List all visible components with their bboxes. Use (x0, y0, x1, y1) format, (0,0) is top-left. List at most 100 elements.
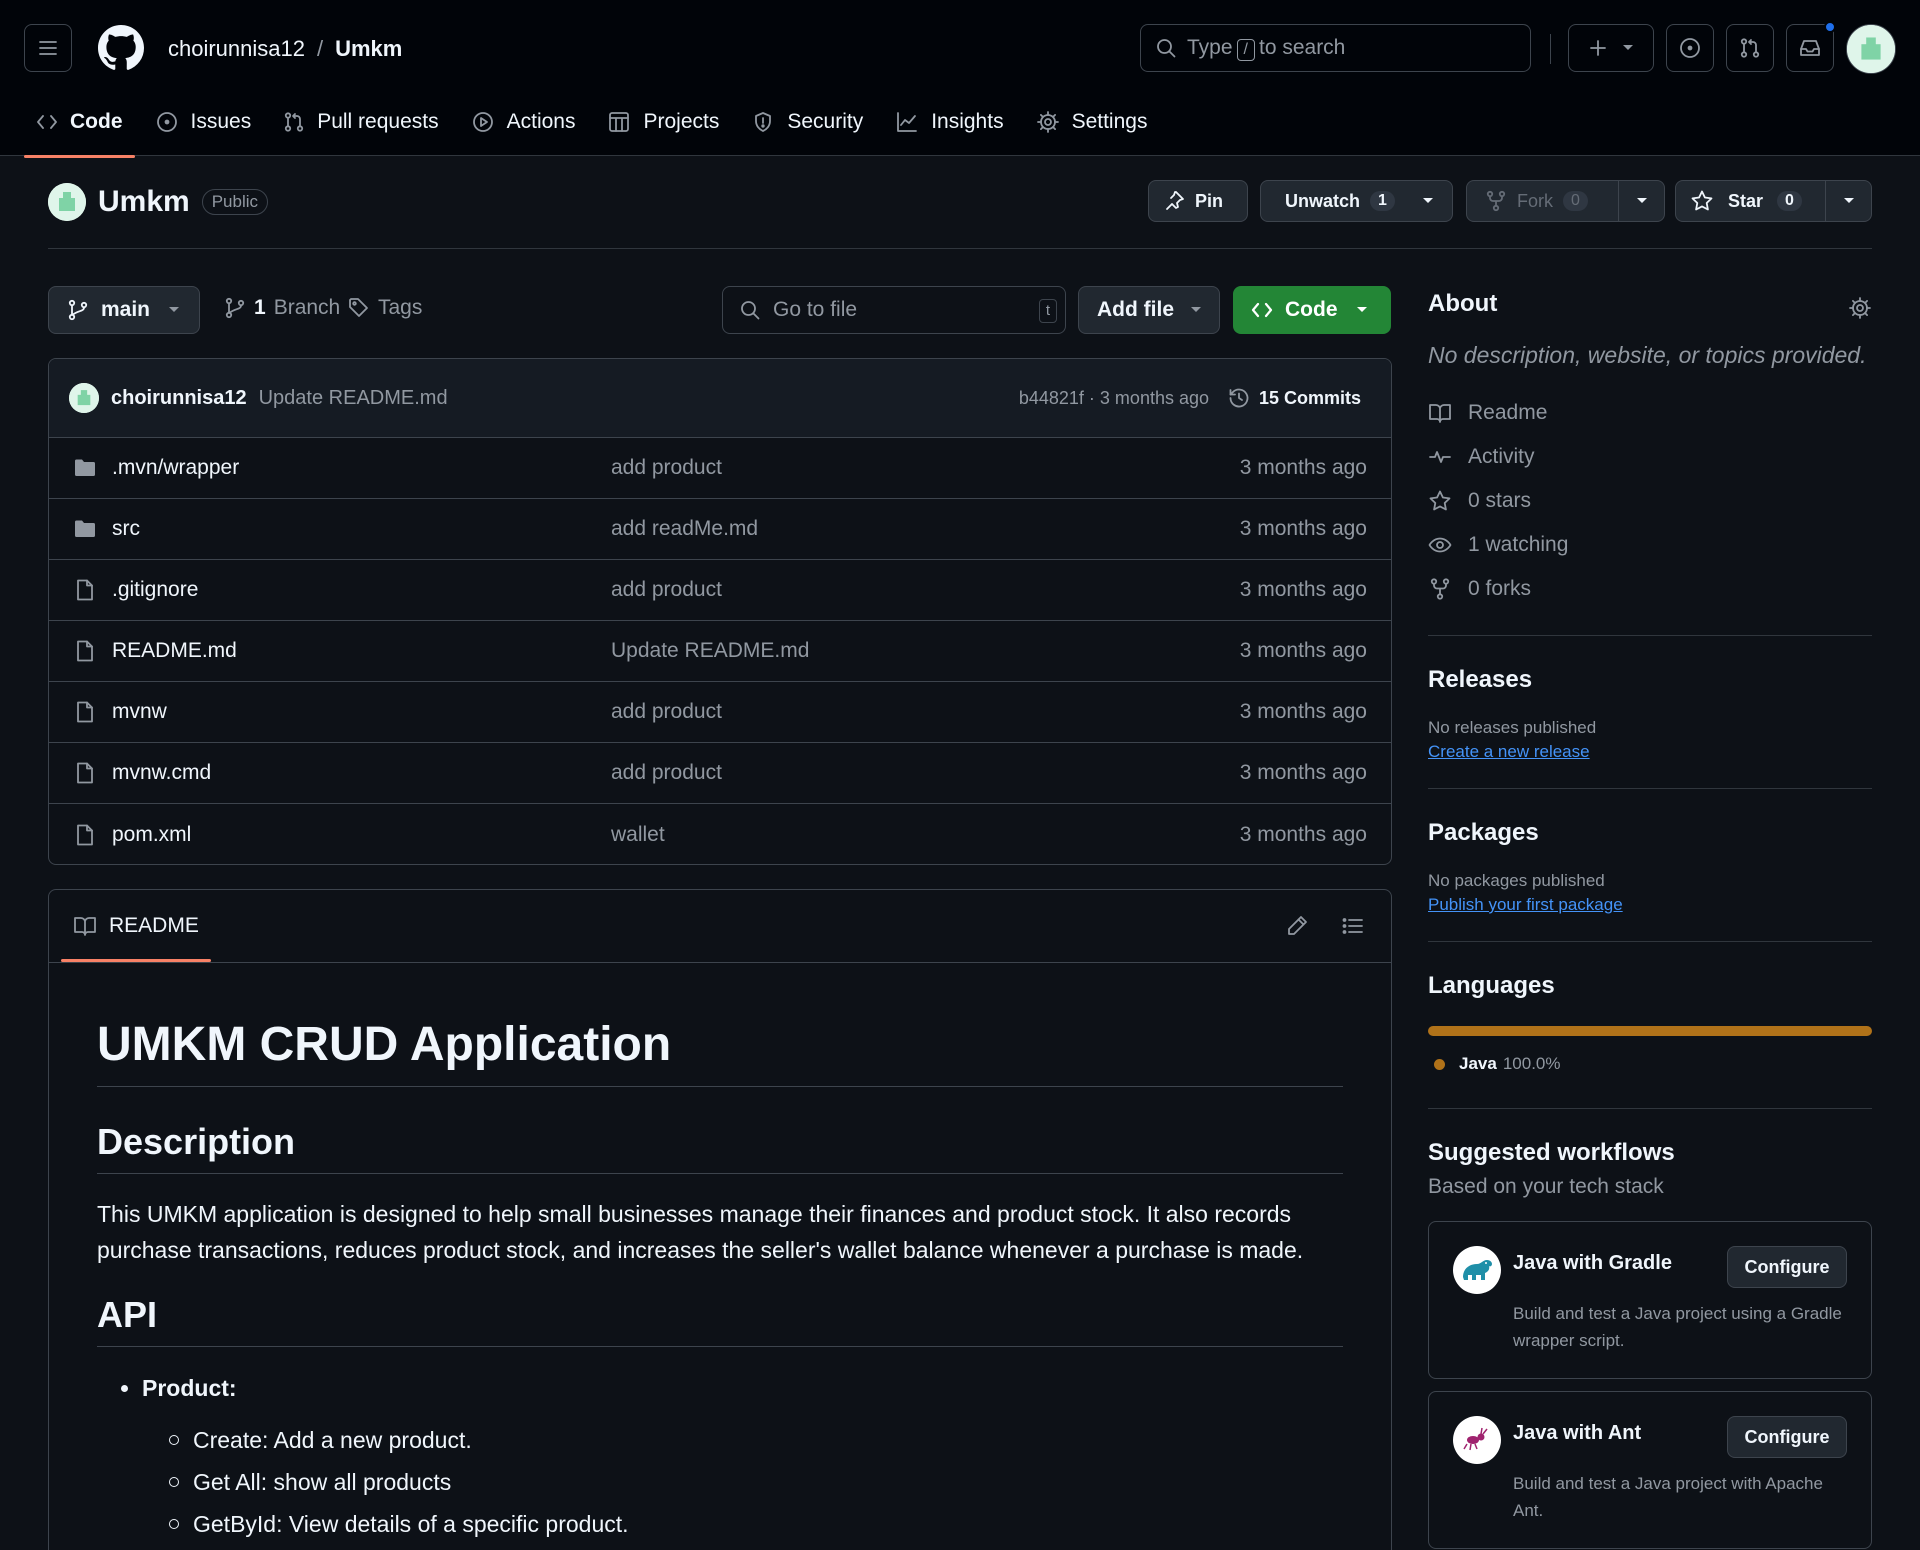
unwatch-button[interactable]: Unwatch 1 (1260, 180, 1453, 222)
tab-actions[interactable]: Actions (459, 100, 588, 144)
commit-author[interactable]: choirunnisa12 (111, 387, 247, 410)
tab-projects[interactable]: Projects (595, 100, 731, 144)
star-button[interactable]: Star 0 (1675, 180, 1872, 222)
stars-link[interactable]: 0 stars (1428, 479, 1872, 523)
menu-button[interactable] (24, 24, 72, 72)
packages-heading[interactable]: Packages (1428, 819, 1872, 847)
releases-heading[interactable]: Releases (1428, 666, 1872, 694)
create-new-button[interactable] (1568, 24, 1654, 72)
file-commit-age: 3 months ago (1239, 822, 1367, 846)
file-name[interactable]: .mvn/wrapper (112, 456, 239, 480)
fork-button[interactable]: Fork 0 (1466, 180, 1665, 222)
star-dropdown[interactable] (1825, 181, 1871, 221)
file-name[interactable]: pom.xml (112, 823, 191, 847)
readme-header: README (49, 890, 1391, 963)
code-button[interactable]: Code (1233, 286, 1391, 334)
github-logo-icon[interactable] (98, 25, 144, 71)
list-unordered-icon (1342, 918, 1363, 934)
add-file-button[interactable]: Add file (1078, 286, 1220, 334)
tab-security[interactable]: Security (739, 100, 875, 144)
edit-readme-button[interactable] (1285, 914, 1309, 938)
readme-panel: README UMKM CRUD Application Description… (48, 889, 1392, 1550)
file-row[interactable]: src add readMe.md 3 months ago (49, 499, 1391, 560)
file-name[interactable]: src (112, 517, 140, 541)
readme-link[interactable]: Readme (1428, 391, 1872, 435)
readme-body: UMKM CRUD Application Description This U… (49, 1017, 1391, 1538)
commits-link[interactable]: 15 Commits (1227, 386, 1361, 410)
file-row[interactable]: mvnw add product 3 months ago (49, 682, 1391, 743)
create-release-link[interactable]: Create a new release (1428, 742, 1872, 762)
commit-author-avatar[interactable] (69, 383, 99, 413)
triangle-down-icon (1623, 45, 1633, 50)
commit-message[interactable]: Update README.md (259, 387, 448, 410)
readme-tab[interactable]: README (61, 914, 211, 962)
tab-issues[interactable]: Issues (143, 100, 264, 144)
tags-link[interactable]: Tags (348, 296, 422, 320)
user-avatar[interactable] (1846, 24, 1896, 74)
commit-sha-time[interactable]: b44821f · 3 months ago (1019, 388, 1209, 409)
language-item-java[interactable]: Java 100.0% (1428, 1054, 1872, 1074)
file-icon (77, 824, 93, 845)
file-commit-message[interactable]: add product (611, 456, 722, 480)
tab-code[interactable]: Code (24, 100, 135, 158)
pull-request-icon (1740, 38, 1760, 58)
sidebar: About No description, website, or topics… (1428, 290, 1872, 1549)
watch-dropdown[interactable] (1408, 181, 1448, 221)
file-row[interactable]: .mvn/wrapper add product 3 months ago (49, 438, 1391, 499)
tab-pull-requests[interactable]: Pull requests (271, 100, 450, 144)
breadcrumb-repo[interactable]: Umkm (335, 36, 402, 62)
folder-icon (75, 459, 95, 476)
about-description: No description, website, or topics provi… (1428, 342, 1867, 368)
issues-button[interactable] (1666, 24, 1714, 72)
folder-icon (75, 520, 95, 537)
activity-link[interactable]: Activity (1428, 435, 1872, 479)
file-row[interactable]: README.md Update README.md 3 months ago (49, 621, 1391, 682)
file-commit-message[interactable]: wallet (611, 823, 665, 847)
gear-icon (1849, 297, 1871, 319)
file-name[interactable]: mvnw.cmd (112, 761, 211, 785)
branch-selector[interactable]: main (48, 286, 200, 334)
search-placeholder: Type / to search (1187, 35, 1346, 61)
watchers-link[interactable]: 1 watching (1428, 523, 1872, 567)
configure-button[interactable]: Configure (1727, 1416, 1847, 1458)
hamburger-icon (39, 41, 57, 55)
file-name[interactable]: .gitignore (112, 578, 198, 602)
star-icon (1691, 190, 1713, 211)
branches-link[interactable]: 1 Branch (224, 296, 340, 320)
owner-avatar[interactable] (48, 183, 86, 221)
identicon-icon (69, 383, 99, 413)
file-commit-message[interactable]: add readMe.md (611, 517, 758, 541)
triangle-down-icon (1843, 198, 1854, 203)
edit-about-button[interactable] (1848, 296, 1872, 320)
tab-insights[interactable]: Insights (883, 100, 1015, 144)
pin-button[interactable]: Pin (1148, 180, 1248, 222)
tab-settings[interactable]: Settings (1024, 100, 1160, 144)
file-row[interactable]: mvnw.cmd add product 3 months ago (49, 743, 1391, 804)
breadcrumb-owner[interactable]: choirunnisa12 (168, 36, 305, 62)
file-name[interactable]: README.md (112, 639, 237, 663)
file-commit-message[interactable]: Update README.md (611, 639, 809, 663)
readme-description-heading: Description (97, 1121, 1343, 1174)
fork-dropdown[interactable] (1618, 181, 1664, 221)
file-icon (77, 762, 93, 784)
outline-button[interactable] (1341, 914, 1365, 938)
forks-link[interactable]: 0 forks (1428, 567, 1872, 611)
git-branch-icon (225, 297, 245, 319)
go-to-file-input[interactable]: Go to file t (722, 286, 1066, 334)
workflow-name: Java with Ant (1513, 1422, 1642, 1444)
repo-name[interactable]: Umkm (98, 185, 190, 219)
configure-button[interactable]: Configure (1727, 1246, 1847, 1288)
file-name[interactable]: mvnw (112, 700, 167, 724)
publish-package-link[interactable]: Publish your first package (1428, 895, 1872, 915)
pull-requests-button[interactable] (1726, 24, 1774, 72)
history-icon (1229, 388, 1249, 408)
packages-section: Packages No packages published Publish y… (1428, 789, 1872, 915)
file-row[interactable]: pom.xml wallet 3 months ago (49, 804, 1391, 864)
file-row[interactable]: .gitignore add product 3 months ago (49, 560, 1391, 621)
search-input[interactable]: Type / to search (1140, 24, 1531, 72)
file-commit-message[interactable]: add product (611, 578, 722, 602)
file-commit-message[interactable]: add product (611, 700, 722, 724)
file-icon-wrap (73, 578, 97, 602)
search-icon (741, 301, 760, 320)
file-commit-message[interactable]: add product (611, 761, 722, 785)
